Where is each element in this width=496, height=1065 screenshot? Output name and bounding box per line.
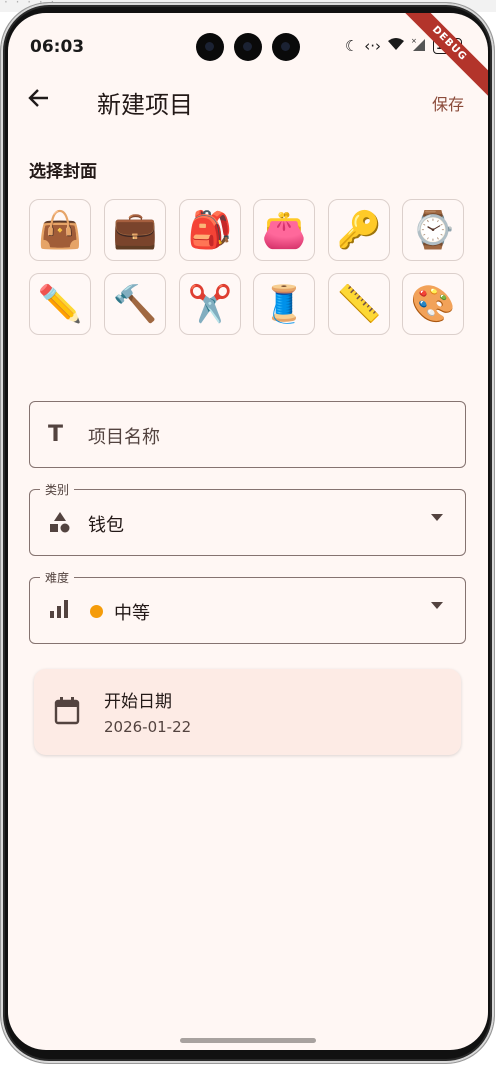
difficulty-select[interactable]: 难度 中等 <box>29 569 466 644</box>
cover-option-key[interactable]: 🔑 <box>328 199 390 261</box>
data-transfer-icon: ‹·› <box>364 37 382 55</box>
start-date-value: 2026-01-22 <box>104 718 192 736</box>
hammer-icon: 🔨 <box>112 284 158 325</box>
cover-option-ruler[interactable]: 📏 <box>328 273 390 335</box>
camera-icon <box>272 33 300 61</box>
watch-icon: ⌚ <box>410 210 456 251</box>
wallet-icon: 👛 <box>261 210 307 251</box>
briefcase-icon: 💼 <box>112 210 158 251</box>
wifi-icon <box>387 37 405 55</box>
signal-bars-icon <box>48 598 70 626</box>
home-indicator[interactable] <box>180 1038 316 1043</box>
project-name-input[interactable]: T 项目名称 <box>29 401 466 468</box>
thread-icon: 🧵 <box>261 284 307 325</box>
app-bar: 新建项目 保存 <box>8 73 488 129</box>
calendar-icon <box>54 697 80 725</box>
status-bar: 06:03 ☾ ‹·› × 100 DEBUG <box>8 13 488 104</box>
difficulty-dot <box>90 605 103 618</box>
text-icon: T <box>48 422 64 447</box>
pencil-icon: ✏️ <box>37 284 83 325</box>
category-select[interactable]: 类别 钱包 <box>29 481 466 556</box>
chevron-down-icon <box>431 514 443 521</box>
status-time: 06:03 <box>30 37 85 57</box>
backpack-icon: 🎒 <box>187 210 233 251</box>
chevron-down-icon <box>431 602 443 609</box>
scissors-icon: ✂️ <box>187 284 233 325</box>
cover-option-thread[interactable]: 🧵 <box>253 273 315 335</box>
no-signal-icon: × <box>411 37 427 55</box>
cover-option-briefcase[interactable]: 💼 <box>104 199 166 261</box>
cover-option-hammer[interactable]: 🔨 <box>104 273 166 335</box>
handbag-icon: 👜 <box>37 210 83 251</box>
cover-option-handbag[interactable]: 👜 <box>29 199 91 261</box>
cover-option-backpack[interactable]: 🎒 <box>179 199 241 261</box>
palette-icon: 🎨 <box>410 284 456 325</box>
arrow-left-icon[interactable] <box>28 87 50 114</box>
camera-icon <box>234 33 262 61</box>
page-title: 新建项目 <box>97 91 193 119</box>
save-button[interactable]: 保存 <box>432 91 464 115</box>
difficulty-label: 难度 <box>40 569 75 586</box>
difficulty-value: 中等 <box>114 603 150 624</box>
project-name-placeholder: 项目名称 <box>88 427 160 448</box>
cover-option-scissors[interactable]: ✂️ <box>179 273 241 335</box>
ruler-icon: 📏 <box>336 284 382 325</box>
cover-option-watch[interactable]: ⌚ <box>402 199 464 261</box>
svg-text:×: × <box>411 37 417 45</box>
shapes-icon <box>48 510 72 540</box>
camera-icon <box>196 33 224 61</box>
app-screen: 06:03 ☾ ‹·› × 100 DEBUG 新建项目 保存 选择封面 👜 💼… <box>8 13 488 1050</box>
key-icon: 🔑 <box>336 210 382 251</box>
category-label: 类别 <box>40 481 75 498</box>
cover-option-pencil[interactable]: ✏️ <box>29 273 91 335</box>
category-value: 钱包 <box>88 515 124 536</box>
start-date-label: 开始日期 <box>104 692 172 712</box>
start-date-card[interactable]: 开始日期 2026-01-22 <box>34 669 461 755</box>
cover-option-palette[interactable]: 🎨 <box>402 273 464 335</box>
cover-option-wallet[interactable]: 👛 <box>253 199 315 261</box>
moon-icon: ☾ <box>344 37 359 55</box>
cover-section-title: 选择封面 <box>29 162 97 182</box>
